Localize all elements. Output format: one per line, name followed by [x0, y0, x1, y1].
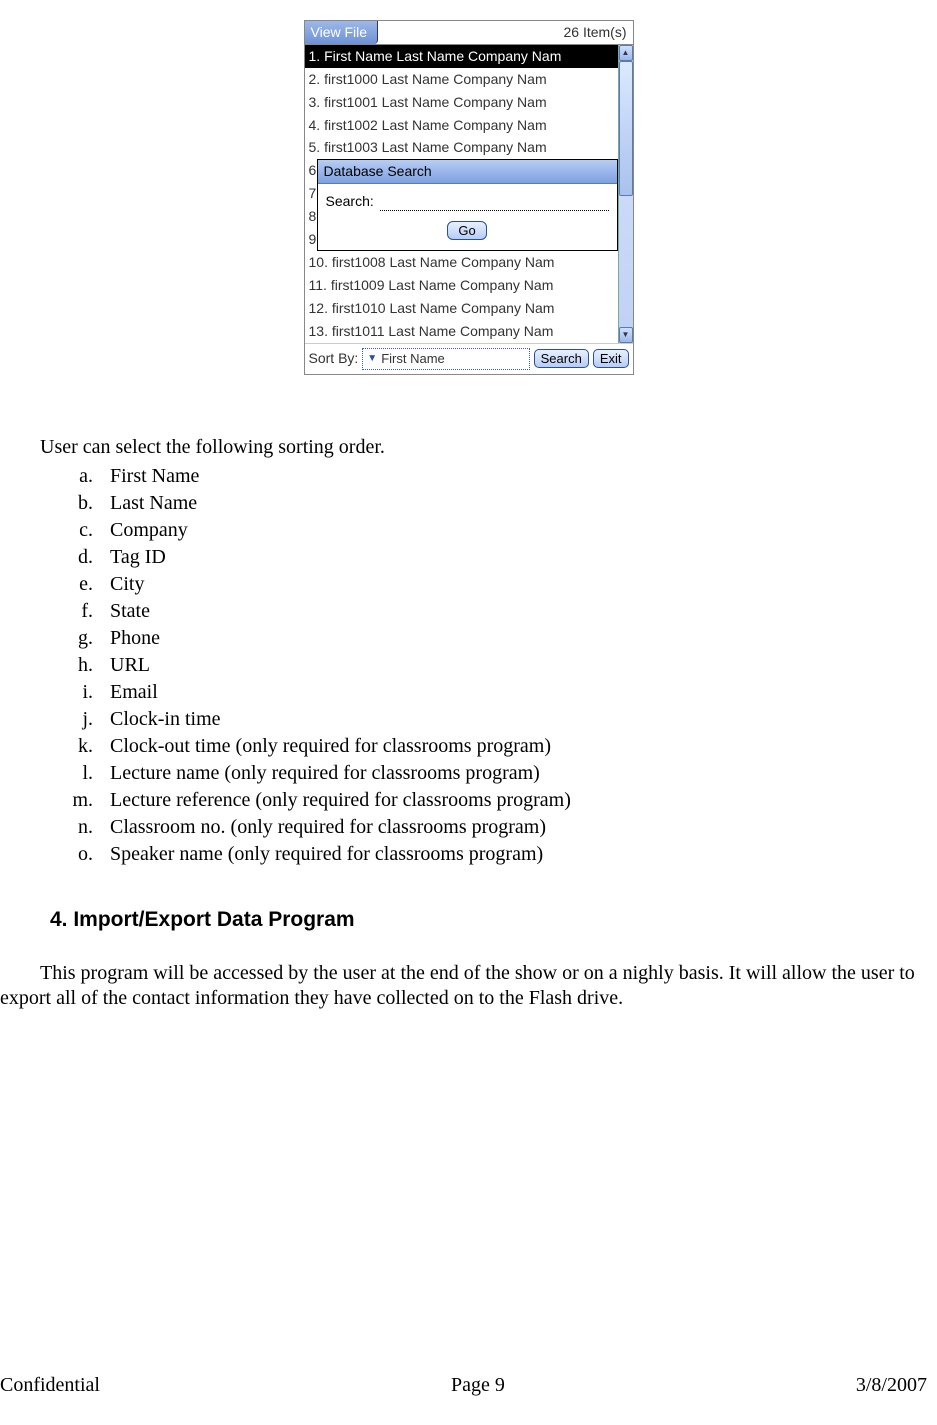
sort-order-item: Company [98, 518, 937, 543]
device-screenshot: View File 26 Item(s) 1. First Name Last … [304, 20, 634, 375]
document-body: User can select the following sorting or… [0, 435, 937, 1011]
scrollbar[interactable]: ▲ ▼ [618, 45, 633, 343]
sort-order-item: Lecture reference (only required for cla… [98, 788, 937, 813]
sort-order-item: Clock-out time (only required for classr… [98, 734, 937, 759]
sort-order-item: Lecture name (only required for classroo… [98, 761, 937, 786]
scrollbar-thumb[interactable] [619, 61, 633, 196]
search-button[interactable]: Search [534, 349, 589, 368]
sort-order-item: Tag ID [98, 545, 937, 570]
sort-order-item: Email [98, 680, 937, 705]
sort-order-item: State [98, 599, 937, 624]
sort-order-item: City [98, 572, 937, 597]
window-title: View File [305, 21, 379, 44]
page-footer: Confidential Page 9 3/8/2007 [0, 1374, 937, 1397]
list-item[interactable]: 2. first1000 Last Name Company Nam [305, 68, 618, 91]
scrollbar-track[interactable] [619, 61, 633, 327]
list-item[interactable]: 12. first1010 Last Name Company Nam [305, 297, 618, 320]
list-item[interactable]: 10. first1008 Last Name Company Nam [305, 251, 618, 274]
list-item[interactable]: 13. first1011 Last Name Company Nam [305, 320, 618, 343]
list-item[interactable]: 3. first1001 Last Name Company Nam [305, 91, 618, 114]
sort-order-item: Clock-in time [98, 707, 937, 732]
sort-by-dropdown[interactable]: ▼ First Name [362, 348, 529, 370]
popup-title: Database Search [318, 160, 617, 184]
search-input[interactable] [380, 196, 609, 211]
list-area: 1. First Name Last Name Company Nam 2. f… [305, 45, 633, 344]
bottom-bar: Sort By: ▼ First Name Search Exit [305, 344, 633, 374]
exit-button[interactable]: Exit [593, 349, 629, 368]
list-item-num: 9 [305, 228, 317, 251]
sort-order-item: Speaker name (only required for classroo… [98, 842, 937, 867]
list-item[interactable]: 5. first1003 Last Name Company Nam [305, 136, 618, 159]
chevron-down-icon: ▼ [367, 354, 377, 364]
footer-right: 3/8/2007 [856, 1374, 927, 1397]
sort-order-item: First Name [98, 464, 937, 489]
sort-order-item: Phone [98, 626, 937, 651]
title-bar: View File 26 Item(s) [305, 21, 633, 45]
list-item[interactable]: 11. first1009 Last Name Company Nam [305, 274, 618, 297]
database-search-popup: Database Search Search: Go [317, 159, 618, 251]
section-heading: 4. Import/Export Data Program [50, 907, 937, 933]
list-item-num: 6 [305, 159, 317, 182]
sort-intro: User can select the following sorting or… [40, 435, 937, 460]
footer-left: Confidential [0, 1374, 100, 1397]
sort-order-item: Classroom no. (only required for classro… [98, 815, 937, 840]
list-item-num: 8 [305, 205, 317, 228]
sort-by-value: First Name [381, 350, 445, 368]
search-label: Search: [326, 192, 374, 211]
body-paragraph: This program will be accessed by the use… [0, 961, 937, 1011]
footer-center: Page 9 [451, 1374, 505, 1397]
sort-by-label: Sort By: [309, 349, 359, 368]
sort-order-item: URL [98, 653, 937, 678]
list-item[interactable]: 4. first1002 Last Name Company Nam [305, 114, 618, 137]
list-item[interactable]: 1. First Name Last Name Company Nam [305, 45, 618, 68]
item-count: 26 Item(s) [378, 21, 632, 44]
obscured-row-numbers: 6 7 8 9 [305, 159, 317, 251]
scroll-down-icon[interactable]: ▼ [619, 327, 633, 343]
sort-order-item: Last Name [98, 491, 937, 516]
list-item-num: 7 [305, 182, 317, 205]
go-button[interactable]: Go [447, 221, 486, 240]
sort-order-list: First Name Last Name Company Tag ID City… [40, 464, 937, 867]
scroll-up-icon[interactable]: ▲ [619, 45, 633, 61]
